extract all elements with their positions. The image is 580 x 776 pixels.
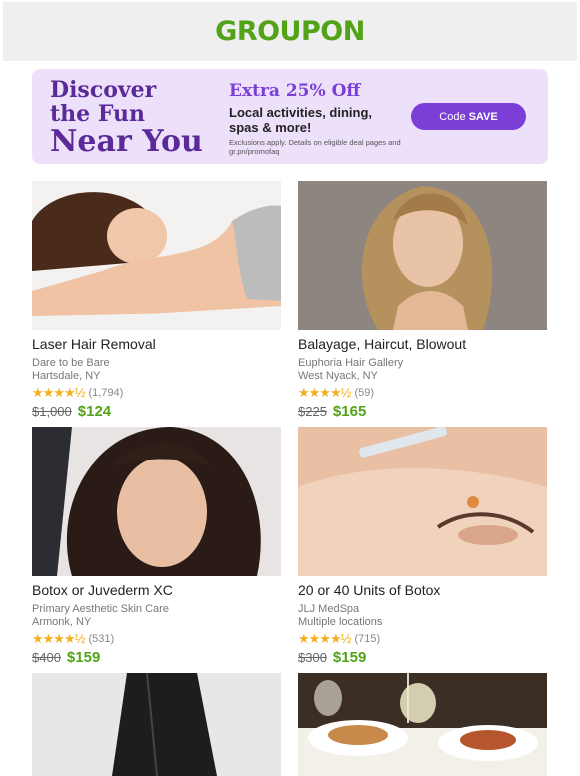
original-price: $300 <box>298 650 327 665</box>
sale-price: $165 <box>332 403 367 420</box>
star-rating-icon: ★★★★½ <box>32 385 85 400</box>
review-count: (59) <box>354 387 375 399</box>
deal-image[interactable] <box>298 181 547 330</box>
deal-rating: ★★★★½ (59) <box>298 385 547 400</box>
review-count: (531) <box>88 633 115 645</box>
sale-price: $159 <box>332 649 367 666</box>
star-rating-icon: ★★★★½ <box>32 631 85 646</box>
original-price: $400 <box>32 650 61 665</box>
promo-line-3: Near You <box>50 124 203 159</box>
deal-title[interactable]: Laser Hair Removal <box>32 336 281 353</box>
deal-image[interactable] <box>32 673 281 776</box>
promo-code-prefix: Code <box>439 110 466 123</box>
deal-price: $1,000 $124 <box>32 403 281 420</box>
review-count: (1,794) <box>88 387 124 399</box>
promo-fine-print: Exclusions apply. Details on eligible de… <box>229 138 401 156</box>
deal-rating: ★★★★½ (1,794) <box>32 385 281 400</box>
promo-subtext: Local activities, dining, spas & more! <box>229 105 373 135</box>
star-rating-icon: ★★★★½ <box>298 385 351 400</box>
deal-merchant: Primary Aesthetic Skin Care <box>32 603 169 615</box>
deal-image[interactable] <box>32 427 281 576</box>
groupon-logo[interactable]: GROUPON <box>215 16 365 47</box>
deal-price: $400 $159 <box>32 649 281 666</box>
deal-image[interactable] <box>298 427 547 576</box>
promo-line-1: Discover <box>50 77 157 103</box>
original-price: $225 <box>298 404 327 419</box>
deal-card-botox-units[interactable]: 20 or 40 Units of Botox JLJ MedSpa Multi… <box>298 427 547 666</box>
deal-card-laser-hair-removal[interactable]: Laser Hair Removal Dare to be Bare Harts… <box>32 181 281 420</box>
deal-price: $300 $159 <box>298 649 547 666</box>
deal-merchant: JLJ MedSpa <box>298 603 360 615</box>
promo-details: Extra 25% Off Local activities, dining, … <box>229 81 404 156</box>
deal-merchant: Euphoria Hair Gallery <box>298 357 404 369</box>
deal-card-balayage[interactable]: Balayage, Haircut, Blowout Euphoria Hair… <box>298 181 547 420</box>
promo-line-2: the Fun <box>50 101 146 127</box>
header-bar: GROUPON <box>3 2 577 61</box>
sale-price: $159 <box>66 649 101 666</box>
deal-title[interactable]: 20 or 40 Units of Botox <box>298 582 547 599</box>
sale-price: $124 <box>77 403 112 420</box>
original-price: $1,000 <box>32 404 72 419</box>
deal-location: Armonk, NY <box>32 616 92 628</box>
promo-headline: Extra 25% Off <box>229 81 361 101</box>
promo-code: SAVE <box>468 110 498 123</box>
deal-title[interactable]: Balayage, Haircut, Blowout <box>298 336 547 353</box>
deal-merchant: Dare to be Bare <box>32 357 110 369</box>
deal-image[interactable] <box>298 673 547 776</box>
star-rating-icon: ★★★★½ <box>298 631 351 646</box>
deal-location: West Nyack, NY <box>298 370 378 382</box>
deal-card-dining-partial[interactable] <box>298 673 547 776</box>
deal-title[interactable]: Botox or Juvederm XC <box>32 582 281 599</box>
deal-price: $225 $165 <box>298 403 547 420</box>
promo-banner[interactable]: Discover the Fun Near You Extra 25% Off … <box>32 69 548 164</box>
deal-rating: ★★★★½ (531) <box>32 631 281 646</box>
deal-image[interactable] <box>32 181 281 330</box>
deal-location: Multiple locations <box>298 616 383 628</box>
deal-rating: ★★★★½ (715) <box>298 631 547 646</box>
review-count: (715) <box>354 633 381 645</box>
promo-tagline: Discover the Fun Near You <box>50 79 203 157</box>
deal-card-hair-partial[interactable] <box>32 673 281 776</box>
deal-location: Hartsdale, NY <box>32 370 101 382</box>
deal-card-botox-juvederm[interactable]: Botox or Juvederm XC Primary Aesthetic S… <box>32 427 281 666</box>
promo-code-button[interactable]: Code SAVE <box>411 103 526 130</box>
